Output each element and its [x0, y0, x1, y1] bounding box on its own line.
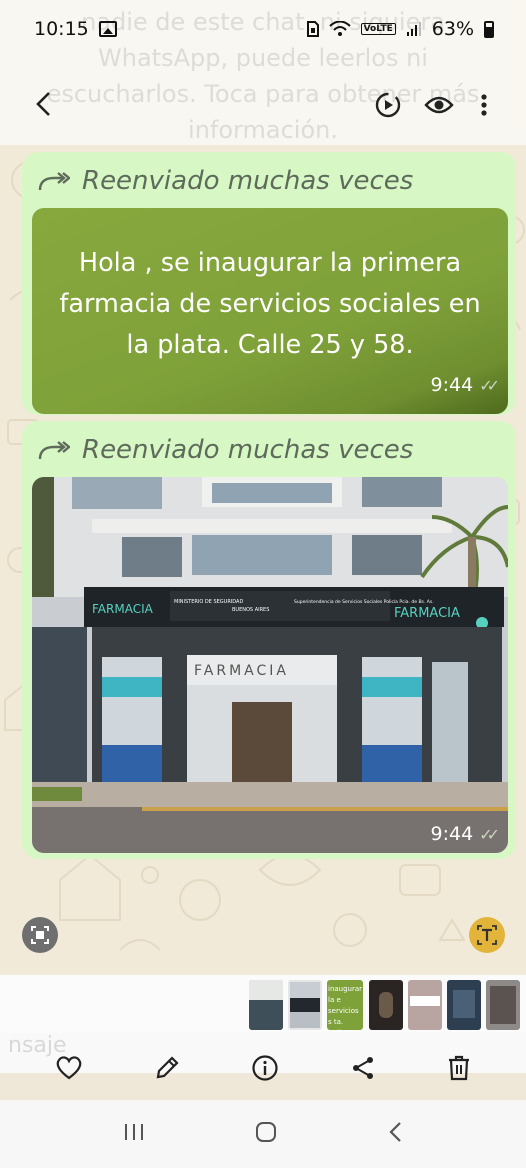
home-icon[interactable] [255, 1121, 277, 1147]
system-navigation-bar [0, 1100, 526, 1168]
thumbnail-7[interactable] [486, 980, 520, 1030]
banner-buenos-aires: BUENOS AIRES [232, 607, 269, 613]
thumbnail-1[interactable] [249, 980, 283, 1030]
storefront-sign: FARMACIA [194, 663, 289, 679]
recent-apps-icon[interactable] [123, 1122, 145, 1146]
message-text: Hola , se inaugurar la primera farmacia … [59, 247, 481, 360]
message-bubble[interactable]: Reenviado muchas veces Hola , se inaugur… [22, 152, 516, 415]
fascia-sign-left: FARMACIA [92, 602, 154, 616]
sim-icon [306, 21, 319, 37]
extract-text-icon[interactable] [469, 917, 505, 953]
thumbnail-text: inaugurar la e servicios s ta. Calle 25 [328, 985, 363, 1030]
message-text-card: Hola , se inaugurar la primera farmacia … [32, 208, 508, 414]
wifi-icon [328, 21, 351, 36]
forwarded-header: Reenviado muchas veces [32, 427, 506, 473]
more-vert-icon[interactable] [472, 89, 496, 121]
forwarded-header: Reenviado muchas veces [32, 158, 506, 204]
thumbnail-3[interactable]: inaugurar la e servicios s ta. Calle 25 [327, 980, 363, 1030]
thumbnail-6[interactable] [447, 980, 481, 1030]
trash-icon[interactable] [447, 1054, 471, 1086]
thumbnail-5[interactable] [408, 980, 442, 1030]
motion-photo-icon[interactable] [372, 89, 404, 121]
forwarded-label: Reenviado muchas veces [82, 166, 414, 196]
message-time: 9:44 ✓✓ [431, 365, 500, 406]
viewer-action-bar [0, 1045, 526, 1095]
fascia-sign-right: FARMACIA [394, 606, 460, 621]
forwarded-many-icon [38, 441, 70, 460]
extract-image-icon[interactable] [22, 917, 58, 953]
viewer-top-bar [0, 78, 526, 132]
banner-ministerio: MINISTERIO DE SEGURIDAD [174, 599, 243, 605]
status-bar: 10:15 VoLTE 63% [0, 0, 526, 58]
thumbnail-4[interactable] [369, 980, 403, 1030]
share-icon[interactable] [350, 1055, 376, 1085]
gallery-notification-icon [98, 21, 117, 37]
back-nav-icon[interactable] [387, 1121, 403, 1147]
pharmacy-photo[interactable]: FARMACIA FARMACIA MINISTERIO DE SEGURIDA… [32, 477, 508, 853]
status-time: 10:15 [34, 18, 89, 40]
forwarded-label: Reenviado muchas veces [82, 435, 414, 465]
photo-time: 9:44 ✓✓ [430, 823, 500, 845]
heart-icon[interactable] [55, 1055, 83, 1085]
banner-superintendencia: Superintendencia de Servicios Sociales P… [294, 598, 434, 605]
signal-icon [406, 22, 421, 36]
read-ticks-icon: ✓✓ [479, 824, 500, 844]
eye-icon[interactable] [422, 89, 456, 121]
forwarded-many-icon [38, 172, 70, 191]
read-ticks-icon: ✓✓ [479, 376, 500, 395]
message-bubble[interactable]: Reenviado muchas veces FARMACIA FARMACIA [22, 421, 516, 859]
battery-icon [484, 20, 494, 38]
info-icon[interactable] [251, 1054, 279, 1086]
thumbnail-2[interactable] [288, 980, 322, 1030]
pencil-icon[interactable] [154, 1055, 180, 1085]
volte-badge: VoLTE [360, 23, 396, 35]
back-arrow-icon[interactable] [28, 89, 58, 119]
battery-percentage: 63% [431, 18, 474, 40]
